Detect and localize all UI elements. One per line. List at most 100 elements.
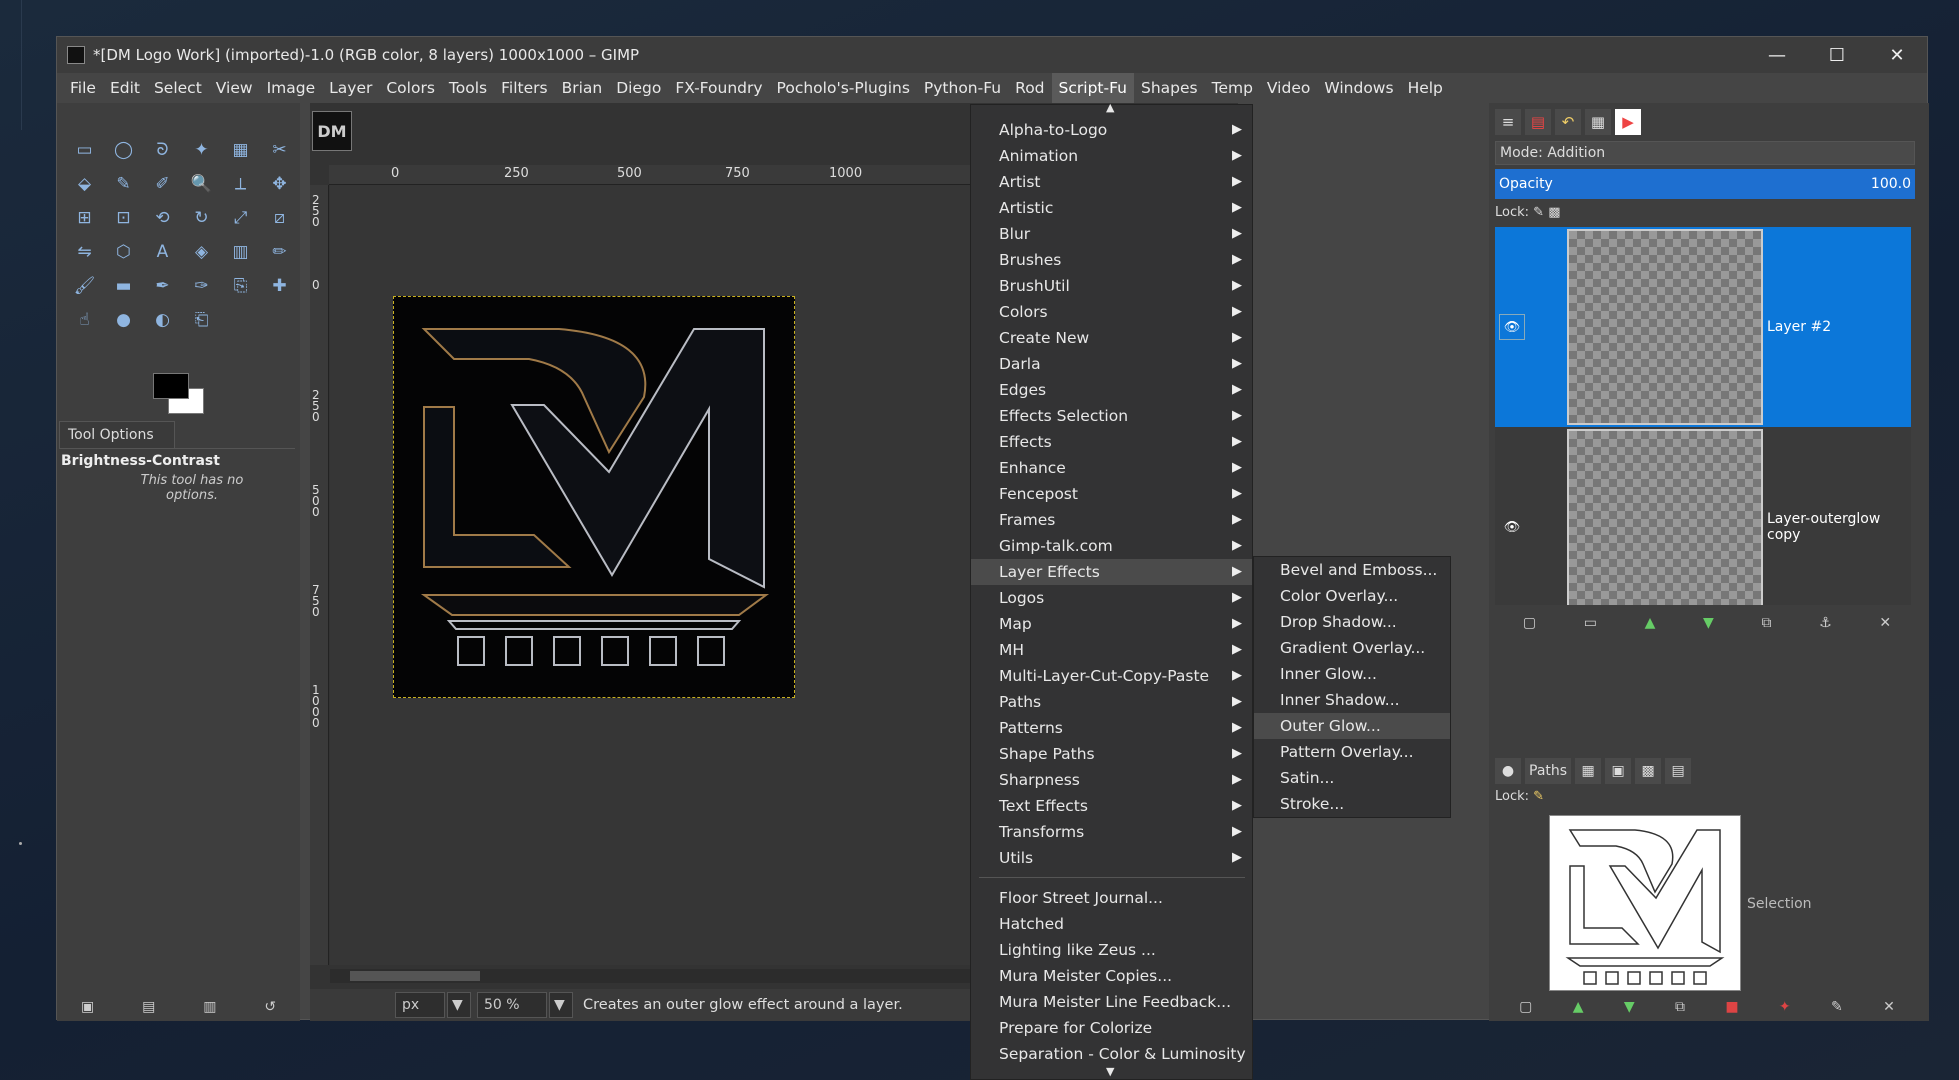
menu-help[interactable]: Help: [1401, 73, 1450, 103]
menu-item-multi-layer-cut-copy-paste[interactable]: Multi-Layer-Cut-Copy-Paste ▶: [971, 663, 1252, 689]
submenu-item-inner-shadow-[interactable]: Inner Shadow...: [1254, 687, 1450, 713]
menu-windows[interactable]: Windows: [1317, 73, 1400, 103]
menu-item-text-effects[interactable]: Text Effects ▶: [971, 793, 1252, 819]
dodge-icon[interactable]: ◐: [143, 303, 182, 337]
menu-video[interactable]: Video: [1260, 73, 1317, 103]
layers-tab-icon[interactable]: ≡: [1495, 109, 1521, 135]
gradients-tab-icon[interactable]: ▦: [1585, 109, 1611, 135]
menu-image[interactable]: Image: [260, 73, 323, 103]
layer-mode-select[interactable]: Mode: Addition: [1495, 141, 1915, 165]
clone-icon[interactable]: ⎘: [221, 269, 260, 303]
move-icon[interactable]: ✥: [260, 167, 299, 201]
menu-item-gimp-talk-com[interactable]: Gimp-talk.com ▶: [971, 533, 1252, 559]
align-icon[interactable]: ⊞: [65, 201, 104, 235]
brushes-tab-icon[interactable]: ●: [1495, 758, 1521, 784]
submenu-item-inner-glow-[interactable]: Inner Glow...: [1254, 661, 1450, 687]
lower-layer-icon[interactable]: ▼: [1703, 615, 1714, 631]
tab-paths[interactable]: Paths: [1525, 758, 1572, 784]
menu-item-separation-color-luminosity[interactable]: Separation - Color & Luminosity: [971, 1041, 1252, 1067]
heal-icon[interactable]: ✚: [260, 269, 299, 303]
color-select-icon[interactable]: ▦: [221, 133, 260, 167]
raise-path-icon[interactable]: ▲: [1573, 999, 1584, 1015]
menu-file[interactable]: File: [63, 73, 103, 103]
shear-icon[interactable]: ⧄: [260, 201, 299, 235]
undo-history-tab-icon[interactable]: ↶: [1555, 109, 1581, 135]
menu-item-patterns[interactable]: Patterns ▶: [971, 715, 1252, 741]
ink-icon[interactable]: ✑: [182, 269, 221, 303]
menu-shapes[interactable]: Shapes: [1134, 73, 1205, 103]
new-layer-icon[interactable]: ▢: [1523, 615, 1536, 631]
rect-select-icon[interactable]: ▭: [65, 133, 104, 167]
submenu-item-outer-glow-[interactable]: Outer Glow...: [1254, 713, 1450, 739]
save-options-icon[interactable]: ▣: [81, 999, 94, 1015]
menu-item-edges[interactable]: Edges ▶: [971, 377, 1252, 403]
menu-colors[interactable]: Colors: [379, 73, 442, 103]
selection-to-path-icon[interactable]: ✦: [1779, 999, 1791, 1015]
menu-item-layer-effects[interactable]: Layer Effects ▶: [971, 559, 1252, 585]
path-to-selection-icon[interactable]: ■: [1725, 999, 1738, 1015]
path-thumbnail[interactable]: [1549, 815, 1741, 991]
zoom-select[interactable]: 50 %: [477, 992, 547, 1018]
menu-item-mura-meister-copies-[interactable]: Mura Meister Copies...: [971, 963, 1252, 989]
menu-item-animation[interactable]: Animation ▶: [971, 143, 1252, 169]
zoom-dropdown-icon[interactable]: ▼: [549, 992, 573, 1018]
submenu-item-gradient-overlay-[interactable]: Gradient Overlay...: [1254, 635, 1450, 661]
submenu-item-stroke-[interactable]: Stroke...: [1254, 791, 1450, 817]
eraser-icon[interactable]: ▬: [104, 269, 143, 303]
menu-item-brushutil[interactable]: BrushUtil ▶: [971, 273, 1252, 299]
unit-dropdown-icon[interactable]: ▼: [447, 992, 471, 1018]
menu-item-fencepost[interactable]: Fencepost ▶: [971, 481, 1252, 507]
gradient-icon[interactable]: ▥: [221, 235, 260, 269]
gradient-tab-icon[interactable]: ▤: [1665, 758, 1692, 784]
menu-item-sharpness[interactable]: Sharpness ▶: [971, 767, 1252, 793]
channels-tab-icon[interactable]: ▤: [1525, 109, 1551, 135]
menu-item-frames[interactable]: Frames ▶: [971, 507, 1252, 533]
smudge-icon[interactable]: ☝: [65, 303, 104, 337]
menu-item-lighting-like-zeus-[interactable]: Lighting like Zeus ...: [971, 937, 1252, 963]
lock-alpha-icon[interactable]: ▩: [1548, 205, 1560, 220]
minimize-button[interactable]: —: [1747, 37, 1807, 73]
menu-item-alpha-to-logo[interactable]: Alpha-to-Logo ▶: [971, 117, 1252, 143]
ellipse-select-icon[interactable]: ◯: [104, 133, 143, 167]
tab-tool-options[interactable]: Tool Options: [59, 421, 175, 449]
foreground-select-icon[interactable]: ⬙: [65, 167, 104, 201]
submenu-item-drop-shadow-[interactable]: Drop Shadow...: [1254, 609, 1450, 635]
scissors-icon[interactable]: ✂: [260, 133, 299, 167]
crop-icon[interactable]: ⊡: [104, 201, 143, 235]
opacity-slider[interactable]: Opacity 100.0: [1495, 169, 1915, 199]
lock-position-icon[interactable]: ✎: [1533, 789, 1544, 804]
menu-edit[interactable]: Edit: [103, 73, 147, 103]
menu-fx-foundry[interactable]: FX-Foundry: [668, 73, 769, 103]
menu-brian[interactable]: Brian: [555, 73, 610, 103]
menu-item-mura-meister-line-feedback-[interactable]: Mura Meister Line Feedback...: [971, 989, 1252, 1015]
layer-row[interactable]: 👁 Layer #2: [1495, 227, 1911, 427]
menu-diego[interactable]: Diego: [609, 73, 668, 103]
bucket-fill-icon[interactable]: ◈: [182, 235, 221, 269]
menu-item-artistic[interactable]: Artistic ▶: [971, 195, 1252, 221]
lock-pixels-icon[interactable]: ✎: [1533, 205, 1544, 220]
menu-select[interactable]: Select: [147, 73, 209, 103]
new-group-icon[interactable]: ▭: [1584, 615, 1597, 631]
submenu-item-satin-[interactable]: Satin...: [1254, 765, 1450, 791]
fonts-tab-icon[interactable]: ▦: [1575, 758, 1602, 784]
text-icon[interactable]: A: [143, 235, 182, 269]
cage-icon[interactable]: ⬡: [104, 235, 143, 269]
patterns-tab-icon[interactable]: ▩: [1635, 758, 1662, 784]
menu-item-logos[interactable]: Logos ▶: [971, 585, 1252, 611]
new-path-icon[interactable]: ▢: [1519, 999, 1532, 1015]
menu-item-floor-street-journal-[interactable]: Floor Street Journal...: [971, 885, 1252, 911]
duplicate-path-icon[interactable]: ⧉: [1675, 999, 1685, 1015]
menu-scroll-up-icon[interactable]: ▲: [971, 101, 1252, 115]
close-button[interactable]: ✕: [1867, 37, 1927, 73]
visibility-eye-icon[interactable]: 👁: [1499, 314, 1525, 340]
color-picker-icon[interactable]: ✐: [143, 167, 182, 201]
layer-row[interactable]: 👁 Layer-outerglow copy: [1495, 427, 1911, 605]
reset-options-icon[interactable]: ↺: [264, 999, 276, 1015]
menu-temp[interactable]: Temp: [1205, 73, 1260, 103]
menu-rod[interactable]: Rod: [1008, 73, 1051, 103]
menu-item-mh[interactable]: MH ▶: [971, 637, 1252, 663]
perspective-clone-icon[interactable]: ⎗: [182, 303, 221, 337]
menu-layer[interactable]: Layer: [322, 73, 379, 103]
menu-item-brushes[interactable]: Brushes ▶: [971, 247, 1252, 273]
menu-item-effects-selection[interactable]: Effects Selection ▶: [971, 403, 1252, 429]
